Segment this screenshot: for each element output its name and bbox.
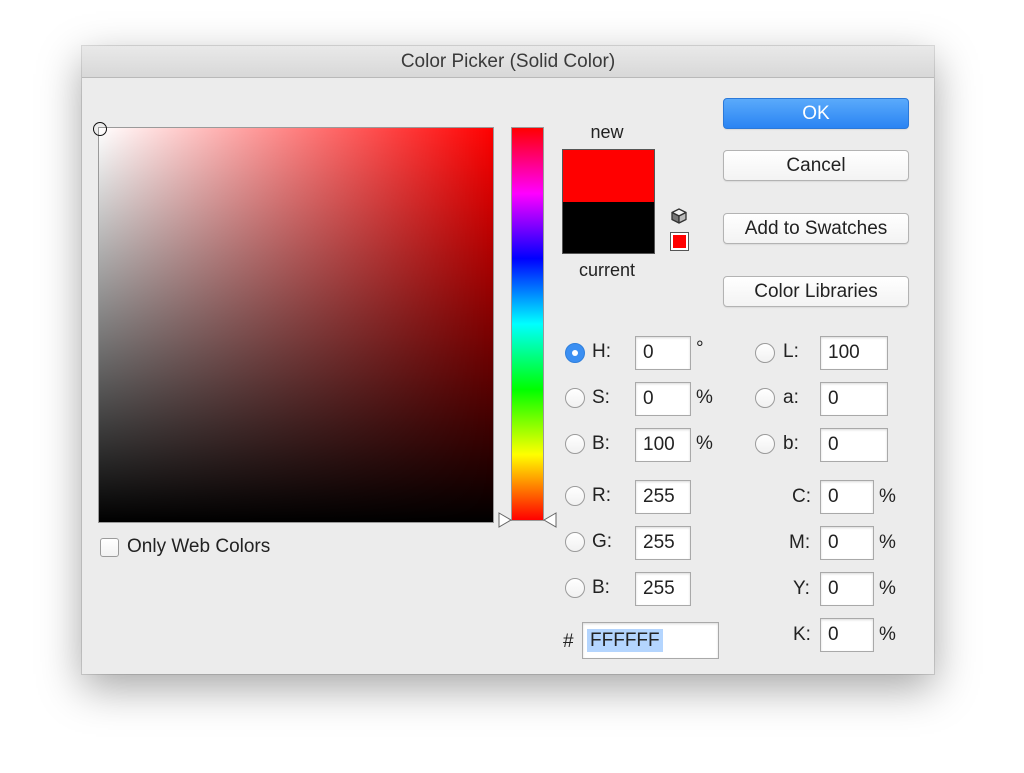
hue-radio[interactable] bbox=[565, 343, 585, 363]
red-label: R: bbox=[592, 485, 611, 506]
saturation-unit: % bbox=[696, 387, 713, 408]
saturation-label: S: bbox=[592, 387, 610, 408]
only-web-colors-checkbox[interactable] bbox=[100, 538, 119, 557]
b-channel-radio[interactable] bbox=[755, 434, 775, 454]
cyan-label: C: bbox=[792, 486, 811, 507]
color-picker-dialog: Color Picker (Solid Color) Only Web Colo… bbox=[82, 46, 934, 674]
green-radio[interactable] bbox=[565, 532, 585, 552]
gamut-warning-swatch[interactable] bbox=[670, 232, 689, 251]
hue-unit: ° bbox=[696, 338, 704, 359]
new-color-swatch[interactable] bbox=[563, 150, 654, 202]
hue-input[interactable]: 0 bbox=[635, 336, 691, 370]
cyan-input[interactable]: 0 bbox=[820, 480, 874, 514]
cancel-button[interactable]: Cancel bbox=[723, 150, 909, 181]
yellow-label: Y: bbox=[793, 578, 810, 599]
brightness-radio[interactable] bbox=[565, 434, 585, 454]
color-libraries-button[interactable]: Color Libraries bbox=[723, 276, 909, 307]
yellow-input[interactable]: 0 bbox=[820, 572, 874, 606]
gamut-warning-color bbox=[673, 235, 686, 248]
add-to-swatches-button[interactable]: Add to Swatches bbox=[723, 213, 909, 244]
new-color-label: new bbox=[590, 122, 624, 142]
black-label: K: bbox=[793, 624, 811, 645]
red-input[interactable]: 255 bbox=[635, 480, 691, 514]
cyan-unit: % bbox=[879, 486, 896, 507]
magenta-label: M: bbox=[789, 532, 811, 553]
color-comparison-swatch bbox=[562, 149, 655, 254]
blue-radio[interactable] bbox=[565, 578, 585, 598]
green-input[interactable]: 255 bbox=[635, 526, 691, 560]
red-radio[interactable] bbox=[565, 486, 585, 506]
current-color-swatch[interactable] bbox=[563, 202, 654, 253]
cube-icon[interactable] bbox=[670, 207, 688, 225]
black-input[interactable]: 0 bbox=[820, 618, 874, 652]
brightness-label: B: bbox=[592, 433, 610, 454]
a-channel-label: a: bbox=[783, 387, 799, 408]
hue-slider-right-arrow-icon[interactable] bbox=[543, 512, 557, 528]
magenta-input[interactable]: 0 bbox=[820, 526, 874, 560]
color-field[interactable] bbox=[93, 122, 494, 523]
yellow-unit: % bbox=[879, 578, 896, 599]
blue-input[interactable]: 255 bbox=[635, 572, 691, 606]
current-color-label: current bbox=[578, 260, 636, 280]
b-channel-label: b: bbox=[783, 433, 799, 454]
lightness-label: L: bbox=[783, 341, 799, 362]
ok-button[interactable]: OK bbox=[723, 98, 909, 129]
window-title: Color Picker (Solid Color) bbox=[82, 46, 934, 78]
hex-value: FFFFFF bbox=[587, 629, 663, 652]
brightness-input[interactable]: 100 bbox=[635, 428, 691, 462]
hex-input[interactable]: FFFFFF bbox=[582, 622, 719, 659]
b-channel-input[interactable]: 0 bbox=[820, 428, 888, 462]
only-web-colors-label: Only Web Colors bbox=[127, 536, 271, 557]
hue-slider[interactable] bbox=[511, 127, 544, 521]
hex-label: # bbox=[563, 631, 574, 652]
blue-label: B: bbox=[592, 577, 610, 598]
hue-label: H: bbox=[592, 341, 611, 362]
saturation-radio[interactable] bbox=[565, 388, 585, 408]
saturation-input[interactable]: 0 bbox=[635, 382, 691, 416]
hue-slider-left-arrow-icon[interactable] bbox=[498, 512, 512, 528]
lightness-input[interactable]: 100 bbox=[820, 336, 888, 370]
brightness-unit: % bbox=[696, 433, 713, 454]
black-unit: % bbox=[879, 624, 896, 645]
a-channel-input[interactable]: 0 bbox=[820, 382, 888, 416]
picker-marker-icon[interactable] bbox=[93, 122, 107, 136]
green-label: G: bbox=[592, 531, 613, 552]
magenta-unit: % bbox=[879, 532, 896, 553]
lightness-radio[interactable] bbox=[755, 343, 775, 363]
a-channel-radio[interactable] bbox=[755, 388, 775, 408]
